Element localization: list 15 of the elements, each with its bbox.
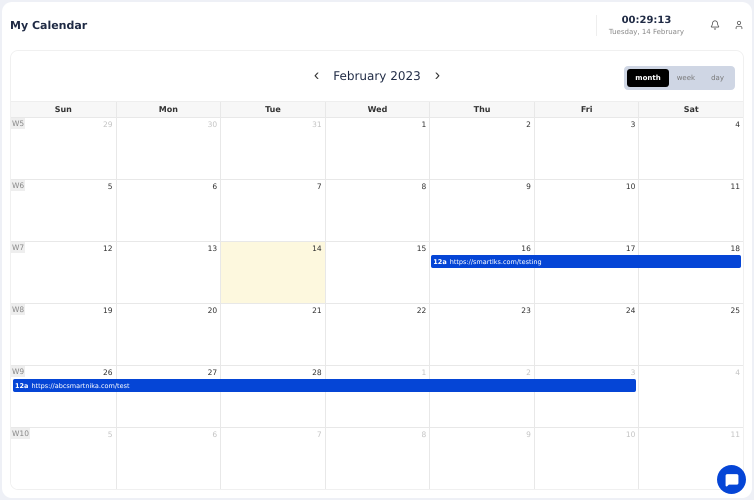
user-button[interactable] <box>734 20 744 30</box>
weekday-header: Sun <box>54 104 73 116</box>
weekday-header: Wed <box>324 102 430 117</box>
weekday-header: Sat <box>638 102 743 117</box>
clock-time: 00:29:13 <box>622 14 672 26</box>
previous-month-button[interactable]: ‹ <box>310 67 324 85</box>
weekday-header: Tue <box>220 102 325 117</box>
page-title: My Calendar <box>10 18 88 32</box>
weekday-header: Fri <box>534 102 638 117</box>
weekday-header: Mon <box>116 102 220 117</box>
notifications-button[interactable] <box>710 20 720 30</box>
month-title: February 2023 <box>333 69 421 83</box>
next-month-button[interactable]: › <box>430 67 444 85</box>
weekday-header: Thu <box>429 102 534 117</box>
chat-icon <box>724 472 738 486</box>
